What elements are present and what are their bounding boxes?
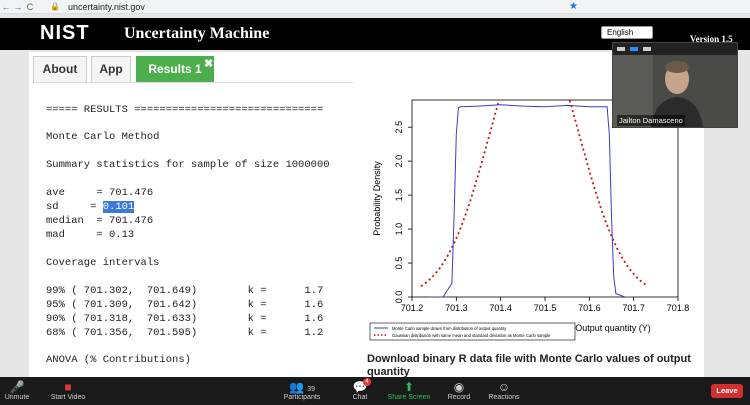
coverage-row: 90% ( 701.318, 701.633) k = 1.6 bbox=[46, 313, 324, 325]
coverage-row: 95% ( 701.309, 701.642) k = 1.6 bbox=[46, 299, 324, 311]
video-controls bbox=[613, 43, 737, 55]
unmute-button[interactable]: 🎤 Unmute bbox=[4, 380, 30, 401]
browser-bar: ← → C 🔒 uncertainty.nist.gov bbox=[0, 0, 750, 14]
x-tick-label: 701.2 bbox=[401, 303, 424, 313]
y-tick-label: 2.0 bbox=[394, 155, 404, 168]
legend-label-monte-carlo: Monte Carlo sample drawn from distributi… bbox=[392, 326, 507, 331]
record-label: Record bbox=[447, 394, 471, 401]
tab-results-1[interactable]: Results 1 bbox=[136, 56, 214, 82]
bookmark-star-icon[interactable]: ★ bbox=[569, 1, 578, 12]
lock-icon: 🔒 bbox=[50, 2, 60, 11]
participants-button[interactable]: 👥 39 Participants bbox=[282, 380, 322, 401]
close-tab-icon[interactable]: ✖ bbox=[204, 57, 213, 70]
x-tick-label: 701.4 bbox=[489, 303, 512, 313]
y-tick-label: 2.5 bbox=[394, 121, 404, 134]
start-video-button[interactable]: ■ Start Video bbox=[48, 380, 88, 401]
language-select[interactable]: English bbox=[601, 26, 653, 39]
x-tick-label: 701.7 bbox=[622, 303, 645, 313]
record-icon: ◉ bbox=[453, 380, 465, 394]
share-screen-icon: ⬆ bbox=[403, 380, 415, 394]
reactions-label: Reactions bbox=[488, 394, 520, 401]
coverage-label: Coverage intervals bbox=[46, 257, 160, 269]
record-button[interactable]: ◉ Record bbox=[446, 380, 472, 401]
start-video-label: Start Video bbox=[50, 394, 86, 401]
y-axis-label: Probability Density bbox=[372, 161, 382, 236]
coverage-row: 68% ( 701.356, 701.595) k = 1.2 bbox=[46, 327, 324, 339]
y-tick-label: 1.5 bbox=[394, 189, 404, 202]
x-tick-label: 701.3 bbox=[445, 303, 468, 313]
x-axis-label: Output quantity (Y) bbox=[575, 323, 651, 333]
summary-label: Summary statistics for sample of size 10… bbox=[46, 159, 330, 171]
share-screen-button[interactable]: ⬆ Share Screen bbox=[386, 380, 432, 401]
participants-count: 39 bbox=[307, 386, 316, 393]
address-bar[interactable]: uncertainty.nist.gov bbox=[68, 2, 145, 12]
x-tick-label: 701.6 bbox=[578, 303, 601, 313]
leave-button[interactable]: Leave bbox=[711, 384, 743, 398]
meeting-toolbar: 🎤 Unmute ■ Start Video 👥 39 Participants… bbox=[0, 377, 750, 405]
legend-label-gaussian: Gaussian distribution with same mean and… bbox=[392, 333, 551, 338]
anova-label: ANOVA (% Contributions) bbox=[46, 354, 191, 366]
share-screen-label: Share Screen bbox=[387, 394, 431, 401]
probability-density-plot: 701.2 701.3 701.4 701.5 701.6 701.7 701.8 0.0 0.… bbox=[369, 99, 690, 341]
tab-about[interactable]: About bbox=[33, 56, 87, 82]
coverage-row: 99% ( 701.302, 701.649) k = 1.7 bbox=[46, 285, 324, 297]
ave-line: ave = 701.476 bbox=[46, 187, 154, 199]
sd-value-selected[interactable]: 0.101 bbox=[102, 201, 135, 213]
y-tick-label: 1.0 bbox=[394, 223, 404, 236]
minimize-icon[interactable] bbox=[617, 47, 625, 51]
mad-line: mad = 0.13 bbox=[46, 229, 135, 241]
y-tick-label: 0.5 bbox=[394, 257, 404, 270]
chat-badge: 4 bbox=[363, 378, 371, 386]
gallery-view-icon[interactable] bbox=[643, 47, 651, 51]
microphone-muted-icon: 🎤 bbox=[9, 380, 25, 394]
method-label: Monte Carlo Method bbox=[46, 131, 160, 143]
participants-label: Participants bbox=[283, 394, 321, 401]
median-line: median = 701.476 bbox=[46, 215, 154, 227]
y-tick-label: 0.0 bbox=[394, 291, 404, 304]
participants-icon: 👥 39 bbox=[288, 380, 316, 394]
speaker-view-icon[interactable] bbox=[630, 47, 638, 51]
nist-logo[interactable]: NIST bbox=[40, 22, 90, 45]
reactions-button[interactable]: ☺ Reactions bbox=[487, 380, 521, 401]
tab-divider bbox=[33, 82, 353, 83]
sd-label: sd = bbox=[46, 201, 103, 213]
app-title: Uncertainty Machine bbox=[124, 25, 270, 42]
participant-video[interactable]: Jailton Damasceno bbox=[612, 42, 738, 128]
unmute-label: Unmute bbox=[4, 394, 30, 401]
tab-app[interactable]: App bbox=[91, 56, 131, 82]
participant-name: Jailton Damasceno bbox=[617, 115, 685, 126]
video-off-icon: ■ bbox=[64, 380, 72, 394]
monte-carlo-series-line bbox=[429, 104, 634, 297]
plot-frame bbox=[411, 99, 679, 298]
sd-line: sd = 0.101 bbox=[46, 201, 135, 214]
forward-icon[interactable]: → bbox=[12, 2, 24, 12]
reload-icon[interactable]: C bbox=[24, 2, 36, 12]
x-tick-label: 701.8 bbox=[667, 303, 690, 313]
results-header: ===== RESULTS ==========================… bbox=[46, 104, 324, 116]
back-icon[interactable]: ← bbox=[0, 2, 12, 12]
x-tick-label: 701.5 bbox=[534, 303, 557, 313]
chat-label: Chat bbox=[352, 394, 368, 401]
download-heading: Download binary R data file with Monte C… bbox=[367, 353, 691, 378]
reactions-icon: ☺ bbox=[497, 380, 511, 394]
